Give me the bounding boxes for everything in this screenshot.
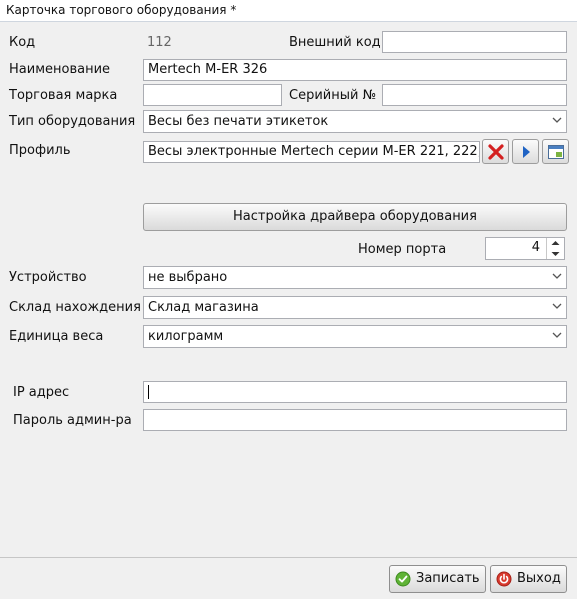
admin-password-label: Пароль админ-ра bbox=[13, 413, 132, 428]
external-code-input[interactable] bbox=[382, 31, 567, 53]
chevron-down-icon[interactable] bbox=[548, 326, 566, 347]
code-label: Код bbox=[9, 35, 36, 50]
save-button-label: Записать bbox=[416, 571, 480, 586]
ip-label: IP адрес bbox=[13, 385, 70, 400]
device-label: Устройство bbox=[9, 270, 87, 285]
serial-input[interactable] bbox=[382, 84, 567, 106]
weight-unit-label: Единица веса bbox=[9, 329, 104, 344]
brand-input[interactable] bbox=[143, 84, 282, 106]
warehouse-select[interactable]: Склад магазина bbox=[143, 296, 567, 319]
ip-input[interactable] bbox=[143, 381, 567, 403]
profile-select-button[interactable] bbox=[512, 139, 539, 164]
footer-divider bbox=[0, 557, 577, 558]
blue-arrow-icon bbox=[523, 146, 530, 158]
port-stepper[interactable]: 4 bbox=[485, 237, 565, 260]
port-label: Номер порта bbox=[358, 242, 447, 257]
brand-label: Торговая марка bbox=[9, 88, 118, 103]
equipment-type-select[interactable]: Весы без печати этикеток bbox=[143, 110, 567, 133]
equipment-type-value: Весы без печати этикеток bbox=[148, 114, 329, 129]
chevron-down-icon[interactable] bbox=[548, 267, 566, 288]
device-value: не выбрано bbox=[148, 270, 228, 285]
port-value: 4 bbox=[531, 240, 540, 255]
red-power-icon bbox=[496, 571, 512, 587]
exit-button-label: Выход bbox=[517, 571, 561, 586]
code-value: 112 bbox=[147, 35, 172, 50]
serial-label: Серийный № bbox=[289, 88, 377, 103]
weight-unit-value: килограмм bbox=[148, 329, 224, 344]
open-window-icon bbox=[548, 145, 564, 159]
port-decrement-button[interactable] bbox=[547, 249, 564, 259]
profile-clear-button[interactable] bbox=[482, 139, 509, 164]
green-check-icon bbox=[395, 571, 411, 587]
device-select[interactable]: не выбрано bbox=[143, 266, 567, 289]
admin-password-input[interactable] bbox=[143, 409, 567, 431]
chevron-down-icon[interactable] bbox=[548, 111, 566, 132]
external-code-label: Внешний код bbox=[289, 35, 381, 50]
exit-button[interactable]: Выход bbox=[490, 565, 567, 593]
name-input[interactable]: Mertech M-ER 326 bbox=[143, 59, 567, 81]
text-cursor bbox=[148, 385, 149, 399]
driver-settings-button[interactable]: Настройка драйвера оборудования bbox=[143, 203, 567, 231]
title-bar: Карточка торгового оборудования * bbox=[0, 0, 577, 22]
equipment-type-label: Тип оборудования bbox=[9, 114, 136, 129]
profile-label: Профиль bbox=[9, 143, 71, 158]
profile-input[interactable]: Весы электронные Mertech серии M-ER 221,… bbox=[143, 141, 480, 163]
triangle-down-icon bbox=[551, 252, 560, 256]
triangle-up-icon bbox=[551, 241, 560, 245]
red-x-icon bbox=[488, 144, 504, 160]
profile-open-button[interactable] bbox=[542, 139, 569, 164]
chevron-down-icon[interactable] bbox=[548, 297, 566, 318]
window-title: Карточка торгового оборудования * bbox=[6, 3, 237, 17]
warehouse-label: Склад нахождения bbox=[9, 300, 141, 315]
weight-unit-select[interactable]: килограмм bbox=[143, 325, 567, 348]
warehouse-value: Склад магазина bbox=[148, 300, 259, 315]
name-label: Наименование bbox=[9, 62, 111, 77]
save-button[interactable]: Записать bbox=[389, 565, 486, 593]
port-increment-button[interactable] bbox=[547, 238, 564, 248]
